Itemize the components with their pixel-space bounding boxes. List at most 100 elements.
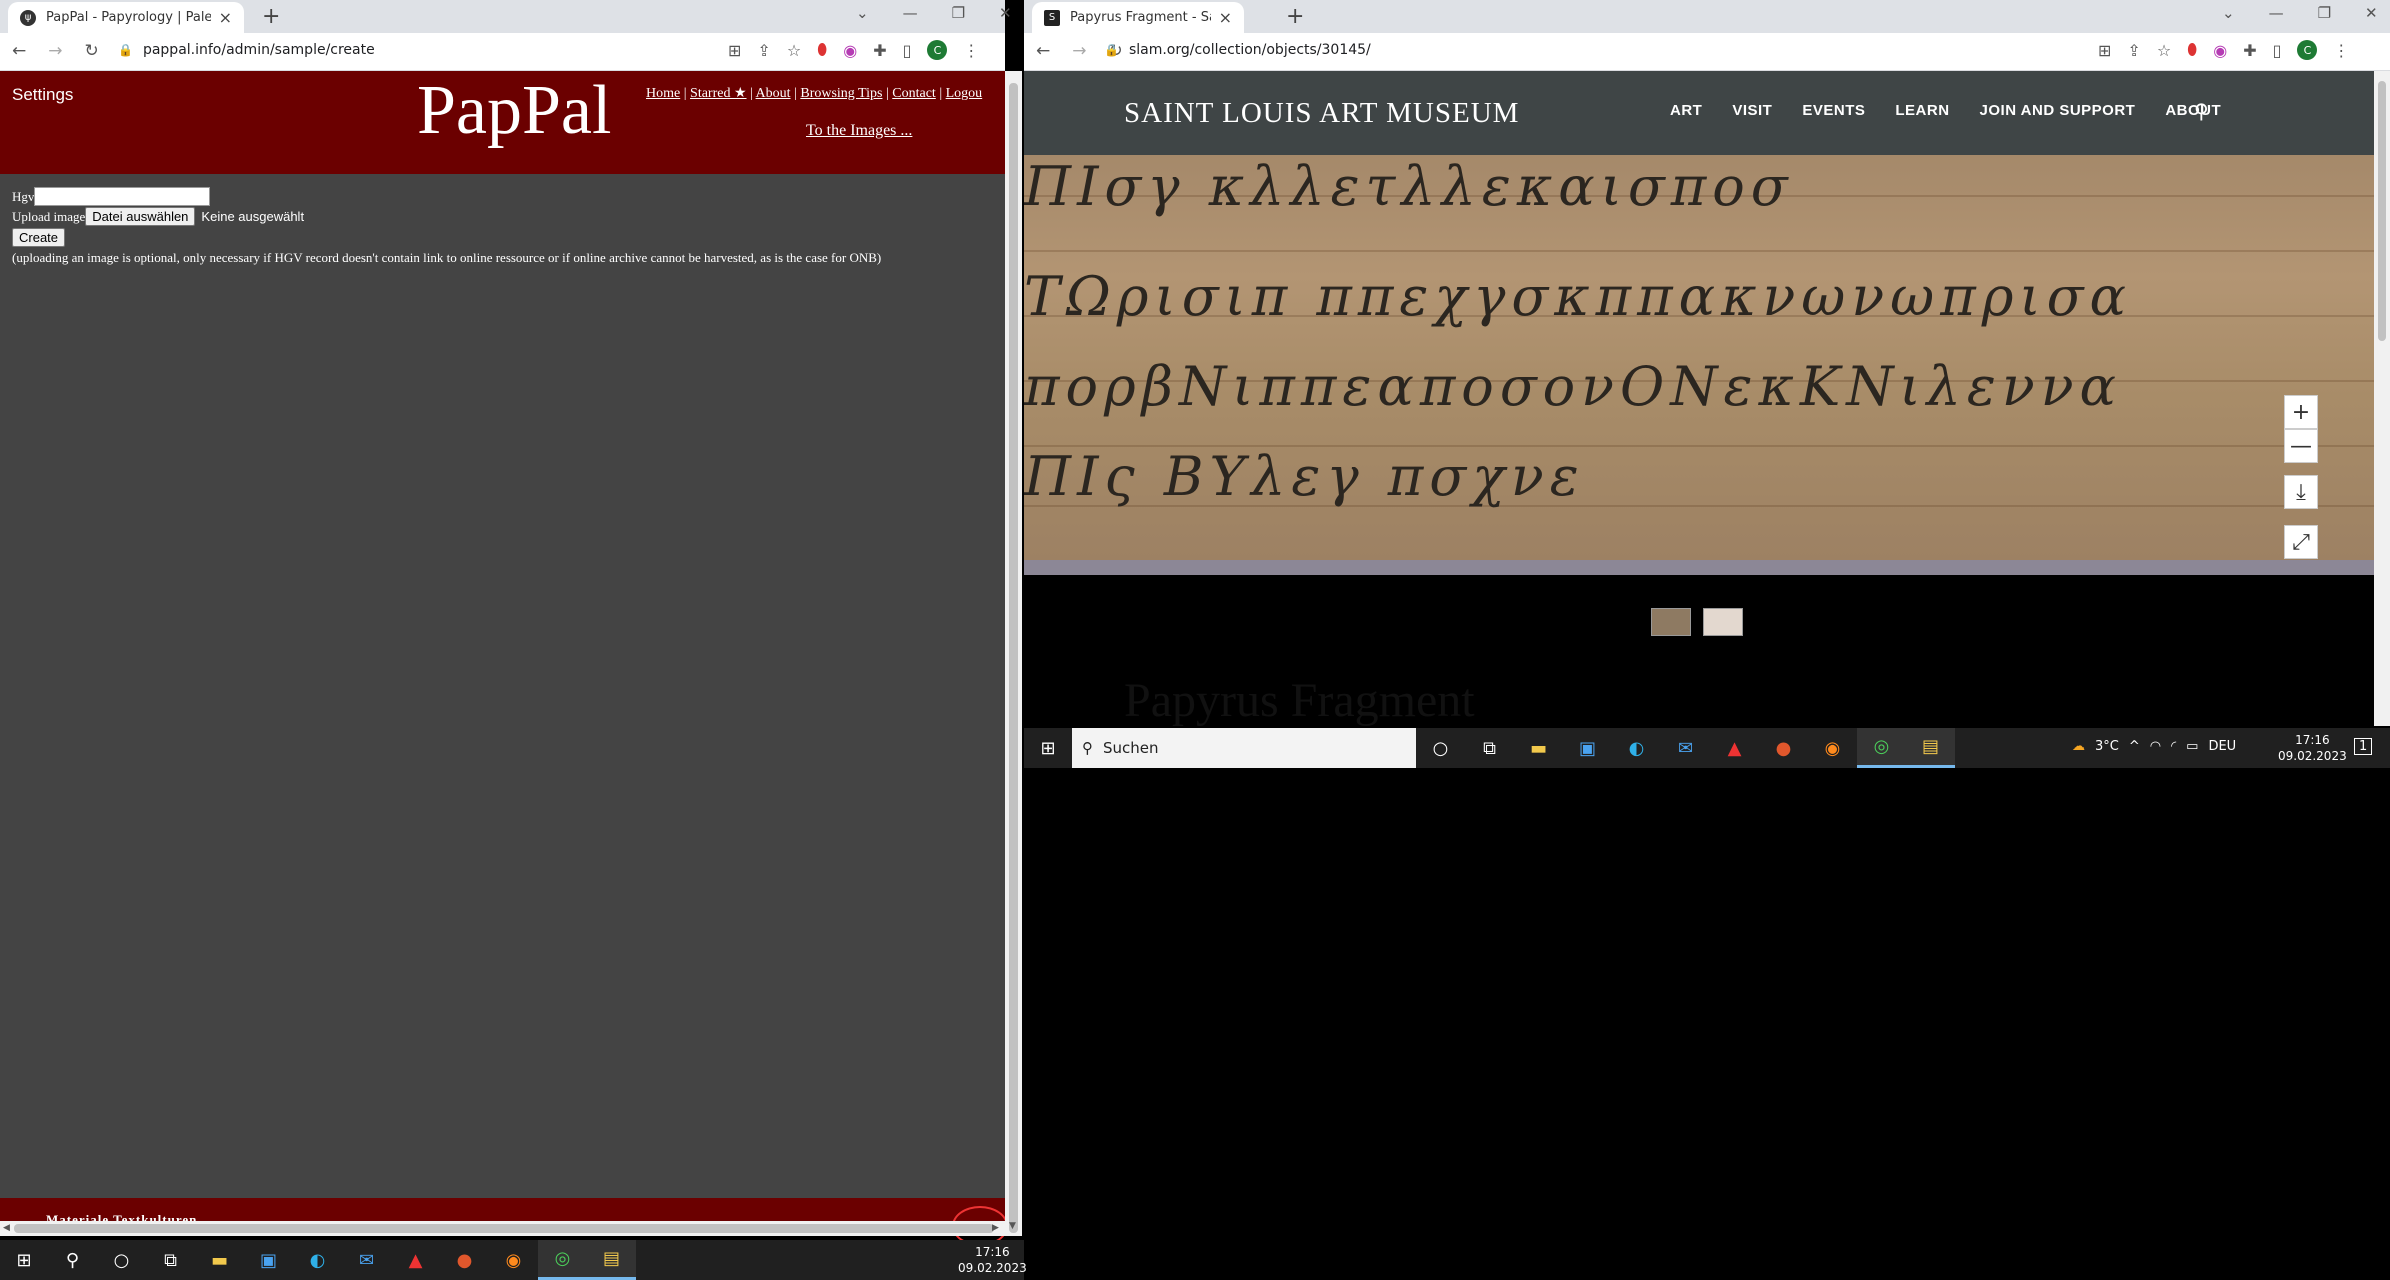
file-manager-icon[interactable]: ▤ (587, 1240, 636, 1280)
battery-icon[interactable]: ▭ (2186, 739, 2198, 754)
choose-file-button[interactable]: Datei auswählen (85, 207, 196, 226)
right-clock[interactable]: 17:16 09.02.2023 (2278, 732, 2347, 764)
language-indicator[interactable]: DEU (2208, 739, 2236, 754)
left-url-field[interactable]: 🔒 pappal.info/admin/sample/create (118, 42, 375, 58)
search-icon[interactable]: ⚲ (48, 1240, 97, 1280)
forward-icon[interactable]: → (1072, 41, 1086, 61)
download-icon[interactable]: ⤓ (2284, 475, 2318, 509)
search-icon[interactable]: ⚲ (2194, 99, 2209, 123)
chrome-icon[interactable]: ◎ (1857, 728, 1906, 768)
nav-learn[interactable]: LEARN (1895, 102, 1949, 119)
right-vertical-scrollbar[interactable] (2374, 71, 2390, 726)
mail-icon[interactable]: ✉ (342, 1240, 391, 1280)
fullscreen-icon[interactable]: ⤢ (2284, 525, 2318, 559)
network-icon[interactable]: ◠ (2150, 739, 2161, 754)
right-tab-slam[interactable]: S Papyrus Fragment - Saint Louis A × (1032, 2, 1244, 33)
task-view-icon[interactable]: ⧉ (146, 1240, 195, 1280)
sidepanel-icon[interactable]: ▯ (903, 41, 912, 60)
menu-dots-icon[interactable]: ⋮ (2333, 41, 2349, 60)
nav-visit[interactable]: VISIT (1732, 102, 1772, 119)
thumbnail-1[interactable] (1651, 608, 1691, 636)
store-icon[interactable]: ▣ (244, 1240, 293, 1280)
mail-icon[interactable]: ✉ (1661, 728, 1710, 768)
menu-browsing-tips[interactable]: Browsing Tips (800, 86, 882, 101)
cortana-icon[interactable]: ○ (97, 1240, 146, 1280)
tray-chevron-icon[interactable]: ^ (2129, 739, 2140, 754)
restore-icon[interactable]: ❐ (952, 4, 965, 22)
extension-red-icon[interactable]: ⬮ (817, 40, 827, 60)
papyrus-image-viewer[interactable]: ΠΙσγ κλλετλλεκαισποσ ΤΩρισιπ ππεχγσκππακ… (1024, 155, 2374, 575)
store-icon[interactable]: ▣ (1563, 728, 1612, 768)
menu-logout[interactable]: Logou (946, 86, 983, 101)
left-horizontal-scrollbar[interactable]: ◀ ▶ (0, 1221, 1005, 1236)
reload-icon[interactable]: ↻ (85, 41, 99, 61)
thumbnail-2[interactable] (1703, 608, 1743, 636)
zoom-out-icon[interactable]: — (2284, 429, 2318, 463)
tab-search-icon[interactable]: ⌄ (856, 4, 869, 22)
close-window-icon[interactable]: ✕ (999, 4, 1012, 22)
left-tab-pappal[interactable]: ψ PapPal - Papyrology | Paleograph × (8, 2, 244, 33)
close-window-icon[interactable]: ✕ (2365, 4, 2378, 22)
menu-home[interactable]: Home (646, 86, 680, 101)
nav-art[interactable]: ART (1670, 102, 1702, 119)
profile-avatar[interactable]: C (927, 40, 948, 60)
tab-search-icon[interactable]: ⌄ (2222, 4, 2235, 22)
menu-dots-icon[interactable]: ⋮ (963, 41, 979, 60)
taskbar-search-box[interactable]: ⚲ Suchen (1072, 728, 1416, 768)
acrobat-icon[interactable]: ▲ (1710, 728, 1759, 768)
right-url-field[interactable]: 🔒 slam.org/collection/objects/30145/ (1104, 42, 1371, 58)
nav-join-and-support[interactable]: JOIN AND SUPPORT (1980, 102, 2136, 119)
translate-icon[interactable]: ⊞ (728, 41, 741, 60)
close-tab-icon[interactable]: × (219, 8, 232, 27)
close-tab-icon[interactable]: × (1219, 8, 1232, 27)
new-tab-icon[interactable]: + (262, 4, 280, 29)
slam-logo[interactable]: SAINT LOUIS ART MUSEUM (1124, 97, 1519, 130)
firefox-icon[interactable]: ◉ (489, 1240, 538, 1280)
to-images-link[interactable]: To the Images ... (806, 122, 912, 140)
scroll-down-arrow-icon[interactable]: ▼ (1009, 1221, 1016, 1231)
zoom-in-icon[interactable]: + (2284, 395, 2318, 429)
menu-starred[interactable]: Starred ★ (690, 86, 746, 101)
menu-about[interactable]: About (756, 86, 791, 101)
sidepanel-icon[interactable]: ▯ (2273, 41, 2282, 60)
nav-events[interactable]: EVENTS (1802, 102, 1865, 119)
create-button[interactable]: Create (12, 228, 66, 247)
menu-contact[interactable]: Contact (892, 86, 936, 101)
hgv-input[interactable] (34, 187, 211, 206)
profile-avatar[interactable]: C (2297, 40, 2318, 60)
weather-temp[interactable]: 3°C (2095, 739, 2119, 754)
extension-purple-icon[interactable]: ◉ (843, 41, 857, 60)
restore-icon[interactable]: ❐ (2318, 4, 2331, 22)
scroll-right-arrow-icon[interactable]: ▶ (992, 1223, 999, 1233)
forward-icon[interactable]: → (48, 41, 62, 61)
windows-start-icon[interactable]: ⊞ (1024, 738, 1072, 759)
right-vscroll-thumb[interactable] (2378, 81, 2386, 341)
left-hscroll-thumb[interactable] (14, 1224, 994, 1233)
extension-purple-icon[interactable]: ◉ (2213, 41, 2227, 60)
notification-center-icon[interactable]: 1 (2354, 738, 2373, 755)
translate-icon[interactable]: ⊞ (2098, 41, 2111, 60)
extensions-puzzle-icon[interactable]: ✚ (873, 41, 886, 60)
file-manager-icon[interactable]: ▤ (1906, 728, 1955, 768)
bookmark-star-icon[interactable]: ☆ (2157, 41, 2171, 60)
wifi-icon[interactable]: ◜ (2171, 739, 2176, 754)
edge-icon[interactable]: ◐ (293, 1240, 342, 1280)
extension-red-icon[interactable]: ⬮ (2187, 40, 2197, 60)
cortana-icon[interactable]: ○ (1416, 728, 1465, 768)
powerpoint-icon[interactable]: ● (1759, 728, 1808, 768)
share-icon[interactable]: ⇪ (757, 41, 770, 60)
left-vscroll-thumb[interactable] (1009, 83, 1018, 1233)
back-icon[interactable]: ← (1036, 41, 1050, 61)
extensions-puzzle-icon[interactable]: ✚ (2243, 41, 2256, 60)
edge-icon[interactable]: ◐ (1612, 728, 1661, 768)
windows-start-icon[interactable]: ⊞ (0, 1250, 48, 1271)
left-vertical-scrollbar[interactable]: ▼ (1005, 71, 1022, 1236)
task-view-icon[interactable]: ⧉ (1465, 728, 1514, 768)
settings-link[interactable]: Settings (12, 85, 73, 105)
bookmark-star-icon[interactable]: ☆ (787, 41, 801, 60)
acrobat-icon[interactable]: ▲ (391, 1240, 440, 1280)
firefox-icon[interactable]: ◉ (1808, 728, 1857, 768)
powerpoint-icon[interactable]: ● (440, 1240, 489, 1280)
weather-icon[interactable]: ☁ (2072, 739, 2085, 754)
minimize-icon[interactable]: — (2269, 4, 2284, 22)
